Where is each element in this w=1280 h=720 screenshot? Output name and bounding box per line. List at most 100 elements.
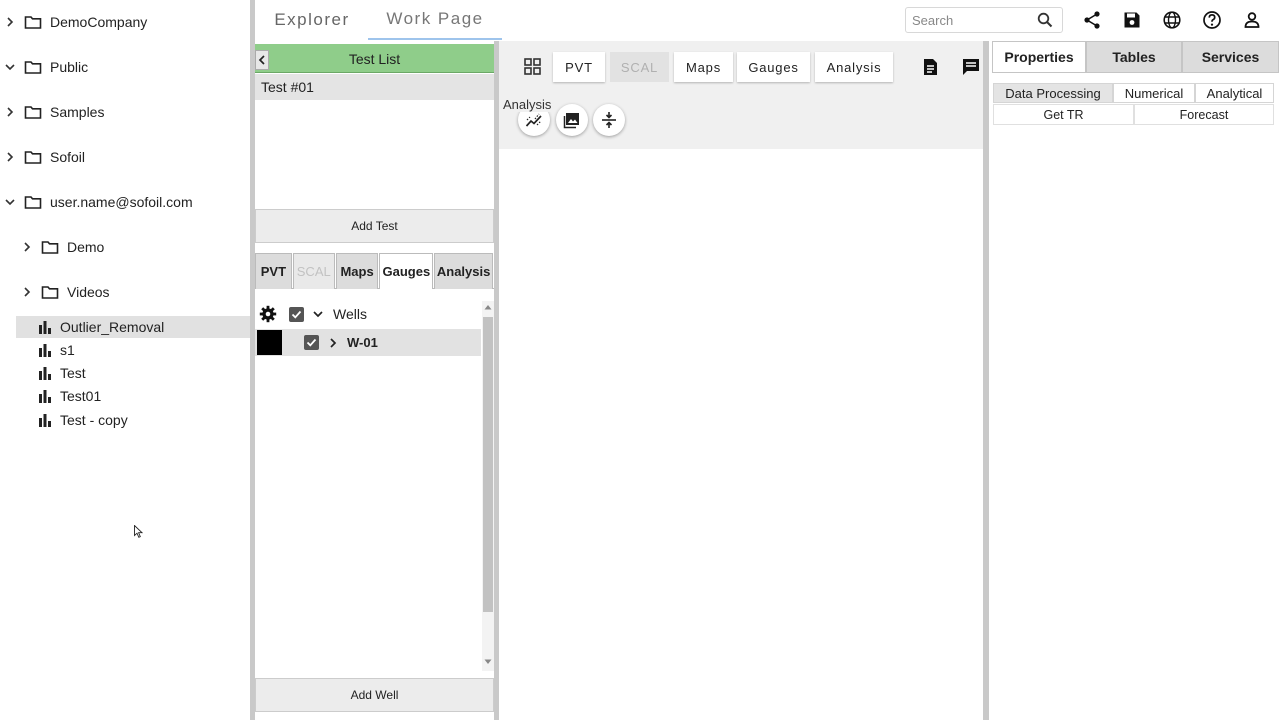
tab-gauges[interactable]: Gauges [379, 253, 434, 289]
test-list-title: Test List [348, 50, 401, 67]
work-tab-gauges[interactable]: Gauges [737, 52, 810, 82]
bar-chart-icon [39, 390, 51, 403]
test-list-item[interactable]: Test #01 [255, 74, 494, 100]
tab-work-page[interactable]: Work Page [368, 0, 502, 40]
tree-file-s1[interactable]: s1 [16, 339, 250, 361]
document-icon[interactable] [922, 58, 939, 76]
bar-chart-icon [39, 344, 51, 357]
header-tabs: Explorer Work Page [256, 0, 502, 40]
chevron-right-icon[interactable] [21, 241, 33, 253]
tree-folder-user[interactable]: user.name@sofoil.com [4, 191, 193, 213]
folder-icon [24, 151, 42, 164]
comment-icon[interactable] [962, 58, 980, 76]
chevron-right-icon[interactable] [4, 106, 16, 118]
folder-icon [41, 286, 59, 299]
chevron-right-icon[interactable] [4, 16, 16, 28]
analysis-tooltip: Analysis [503, 97, 552, 112]
tree-file-test-copy[interactable]: Test - copy [16, 409, 250, 431]
bar-chart-icon [39, 321, 51, 334]
image-tool-button[interactable] [556, 104, 588, 136]
wells-group-checkbox[interactable] [289, 306, 304, 322]
tab-services[interactable]: Services [1182, 41, 1279, 73]
tab-explorer[interactable]: Explorer [256, 0, 368, 40]
chevron-down-icon[interactable] [312, 308, 324, 320]
tab-analysis[interactable]: Analysis [434, 253, 493, 289]
test-list-header: Test List [255, 44, 494, 73]
tree-file-label: s1 [60, 342, 75, 358]
tab-properties[interactable]: Properties [992, 41, 1086, 73]
tree-folder-label: DemoCompany [50, 14, 148, 30]
tab-maps[interactable]: Maps [335, 253, 379, 289]
scroll-down-arrow-icon[interactable] [484, 659, 492, 665]
tab-analytical[interactable]: Analytical [1195, 83, 1274, 103]
add-well-button[interactable]: Add Well [255, 678, 494, 712]
work-area-toolbar: PVT SCAL Maps Gauges Analysis Analysis [499, 41, 983, 149]
gear-icon[interactable] [259, 305, 277, 323]
collapse-panel-button[interactable] [255, 50, 269, 70]
tree-file-test01[interactable]: Test01 [16, 385, 250, 407]
forecast-button[interactable]: Forecast [1134, 104, 1274, 125]
well-checkbox[interactable] [304, 335, 319, 350]
tree-folder-label: Sofoil [50, 149, 86, 165]
work-area: PVT SCAL Maps Gauges Analysis Analysis [499, 41, 983, 720]
wells-tree: Wells W-01 [255, 301, 494, 673]
tab-numerical[interactable]: Numerical [1113, 83, 1195, 103]
tree-folder-demo[interactable]: Demo [21, 236, 104, 258]
work-tab-analysis[interactable]: Analysis [815, 52, 893, 82]
get-tr-button[interactable]: Get TR [993, 104, 1134, 125]
grid-view-icon[interactable] [524, 58, 541, 75]
wells-scrollbar-thumb[interactable] [483, 317, 493, 612]
test-list-tabs: PVT SCAL Maps Gauges Analysis [255, 253, 494, 289]
scroll-up-arrow-icon[interactable] [484, 304, 492, 310]
folder-icon [24, 106, 42, 119]
tree-folder-public[interactable]: Public [4, 56, 88, 78]
work-tab-pvt[interactable]: PVT [553, 52, 605, 82]
tree-file-outlier-removal[interactable]: Outlier_Removal [16, 316, 250, 338]
tree-file-label: Test - copy [60, 412, 128, 428]
chevron-right-icon[interactable] [4, 151, 16, 163]
add-test-button[interactable]: Add Test [255, 209, 494, 243]
search-icon[interactable] [1037, 12, 1053, 28]
tree-folder-label: Demo [67, 239, 105, 255]
save-icon[interactable] [1122, 10, 1142, 30]
folder-icon [24, 196, 42, 209]
tree-folder-label: user.name@sofoil.com [50, 194, 193, 210]
well-label: W-01 [347, 335, 378, 350]
work-tab-maps[interactable]: Maps [674, 52, 733, 82]
work-tab-scal: SCAL [610, 52, 669, 82]
bar-chart-icon [39, 367, 51, 380]
tree-folder-samples[interactable]: Samples [4, 101, 104, 123]
tree-file-label: Test01 [60, 388, 102, 404]
share-icon[interactable] [1082, 10, 1102, 30]
well-color-swatch[interactable] [257, 330, 282, 355]
tab-tables[interactable]: Tables [1086, 41, 1182, 73]
chevron-down-icon[interactable] [4, 61, 16, 73]
wells-group-row: Wells [255, 301, 481, 327]
help-icon[interactable] [1202, 10, 1222, 30]
explorer-tree: DemoCompany Public Samples Sofoil user.n… [0, 0, 250, 720]
test-list-panel: Test List Test #01 Add Test PVT SCAL Map… [255, 41, 494, 720]
align-tool-button[interactable] [593, 104, 625, 136]
vertical-align-center-icon [602, 112, 616, 128]
tab-data-processing[interactable]: Data Processing [993, 83, 1113, 103]
user-icon[interactable] [1242, 10, 1262, 30]
globe-icon[interactable] [1162, 10, 1182, 30]
tree-folder-videos[interactable]: Videos [21, 281, 110, 303]
chevron-left-icon [258, 55, 265, 65]
tree-folder-sofoil[interactable]: Sofoil [4, 146, 85, 168]
well-row-w01[interactable]: W-01 [255, 329, 481, 356]
folder-icon [41, 241, 59, 254]
tab-pvt[interactable]: PVT [255, 253, 292, 289]
chevron-down-icon[interactable] [4, 196, 16, 208]
tree-folder-label: Samples [50, 104, 105, 120]
properties-panel: Properties Tables Services Data Processi… [989, 41, 1280, 720]
analysis-chart-icon [525, 113, 542, 127]
search-box [905, 7, 1063, 33]
folder-icon [24, 61, 42, 74]
tree-folder-democompany[interactable]: DemoCompany [4, 11, 147, 33]
chevron-right-icon[interactable] [327, 337, 339, 349]
tree-file-test[interactable]: Test [16, 362, 250, 384]
image-icon [563, 113, 579, 129]
chevron-right-icon[interactable] [21, 286, 33, 298]
search-input[interactable] [912, 12, 1037, 28]
